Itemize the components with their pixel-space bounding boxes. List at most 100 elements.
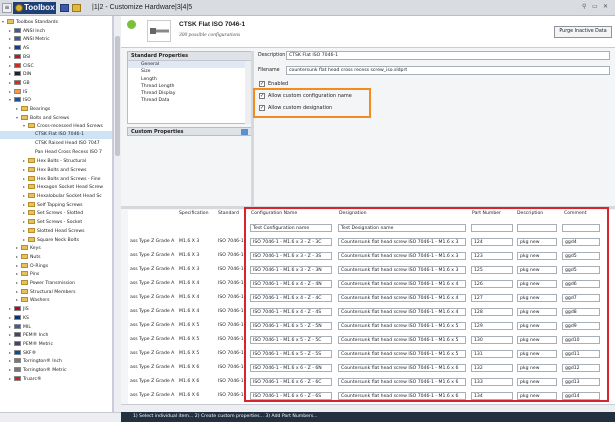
tree-item[interactable]: ▸ Torrington® Inch [0, 357, 112, 365]
tree-item[interactable]: ▸ SKF® [0, 349, 112, 357]
header-specification[interactable]: Specification [179, 210, 209, 218]
tree-item[interactable]: ▸ Bearings [0, 105, 112, 113]
tree-item-label: Square Neck Bolts [37, 237, 79, 243]
status-bar: 1) Select individual item... 2) Create c… [121, 412, 615, 422]
prop-item-size[interactable]: Size [128, 68, 251, 75]
cell-lead: ass Type Z Grade A [130, 281, 175, 286]
tree-item-label: Truarc® [23, 376, 42, 382]
tree-item[interactable]: ▾ ISO [0, 96, 112, 104]
tree-item[interactable]: ▸ Hex Bolts - Structural [0, 157, 112, 165]
custom-properties-heading[interactable]: Custom Properties [127, 127, 252, 136]
tree-item[interactable]: ▸ Set Screws - Socket [0, 218, 112, 226]
tree-item-label: Power Transmission [30, 281, 76, 286]
menu-icon[interactable]: ≡ [2, 3, 12, 13]
header-standard[interactable]: Standard [218, 210, 239, 218]
custom-properties-label: Custom Properties [131, 129, 184, 135]
tree-item[interactable]: ▸ Hexagon Socket Head Screw [0, 183, 112, 191]
flag-icon [14, 306, 21, 312]
standards-tree[interactable]: ▾ Toolbox Standards ▸ ANSI Inch ▸ ANSI Metric… [0, 16, 113, 412]
gear-icon [15, 4, 23, 12]
tree-item[interactable]: ▸ O-Rings [0, 262, 112, 270]
tree-item[interactable]: ▸ KS [0, 314, 112, 322]
tree-item[interactable]: ▸ Truarc® [0, 375, 112, 383]
cell-spec: M1.6 X 3 [179, 253, 200, 258]
tree-item[interactable]: ▸ DIN [0, 70, 112, 78]
tree-item[interactable]: ▸ Torrington® Metric [0, 366, 112, 374]
tree-item[interactable]: ▸ MIL [0, 323, 112, 331]
cell-lead: ass Type Z Grade A [130, 323, 175, 328]
folder-icon [28, 123, 35, 129]
maximize-icon[interactable]: ▭ [592, 3, 598, 10]
tree-item[interactable]: CTSK Raised Head ISO 7047 [0, 140, 112, 148]
cell-spec: M1.6 X 6 [179, 365, 200, 370]
tree-item-label: Toolbox Standards [16, 20, 58, 25]
description-field[interactable]: CTSK Flat ISO 7046-1 [286, 51, 610, 60]
tree-item-label: Pins [30, 272, 40, 278]
tree-item[interactable]: ▸ Power Transmission [0, 279, 112, 287]
standard-properties-panel: Standard Properties General Size Length … [127, 51, 252, 124]
tree-item[interactable]: ▸ PEM® Inch [0, 331, 112, 339]
tree-item[interactable]: ▸ Square Neck Bolts [0, 236, 112, 244]
flag-icon [14, 62, 21, 68]
cell-spec: M1.6 X 4 [179, 309, 200, 314]
tree-item[interactable]: ▸ PEM® Metric [0, 340, 112, 348]
prop-item-thread-length[interactable]: Thread Length [128, 83, 251, 90]
tree-item[interactable]: ▸ Hex Bolts and Screws [0, 166, 112, 174]
tree-item[interactable]: ▸ Pins [0, 270, 112, 278]
tree-scroll-thumb[interactable] [115, 36, 120, 156]
tree-item[interactable]: ▸ JIS [0, 305, 112, 313]
tree-item[interactable]: ▸ Washers [0, 296, 112, 304]
tree-item[interactable]: ▸ BSI [0, 53, 112, 61]
flag-icon [14, 340, 21, 346]
prop-item-thread-data[interactable]: Thread Data [128, 97, 251, 104]
tree-item[interactable]: ▸ Nuts [0, 253, 112, 261]
tree-item[interactable]: ▸ Structural Members [0, 288, 112, 296]
tree-item[interactable]: ▸ ANSI Inch [0, 27, 112, 35]
tree-item-label: Nuts [30, 254, 41, 260]
tree-horizontal-scrollbar[interactable] [0, 412, 121, 422]
tree-vertical-scrollbar[interactable] [113, 16, 121, 412]
close-icon[interactable]: ✕ [603, 3, 608, 10]
tree-item[interactable]: ▸ Keys [0, 244, 112, 252]
cell-lead: ass Type Z Grade A [130, 267, 175, 272]
add-property-icon[interactable] [241, 129, 248, 135]
cell-spec: M1.6 X 5 [179, 351, 200, 356]
tree-item[interactable]: ▾ Cross-recessed Head Screws [0, 122, 112, 130]
prop-item-general[interactable]: General [128, 61, 251, 69]
tree-item-label: Washers [30, 298, 50, 304]
tree-item[interactable]: ▸ Hexalobular Socket Head Sc [0, 192, 112, 200]
home-icon[interactable] [72, 4, 81, 12]
tree-item[interactable]: ▸ Slotted Head Screws [0, 227, 112, 235]
cell-lead: ass Type Z Grade A [130, 365, 175, 370]
folder-icon [28, 227, 35, 233]
tree-item[interactable]: ▸ AS [0, 44, 112, 52]
folder-icon [21, 280, 28, 285]
folder-icon [21, 114, 28, 120]
flag-icon [14, 53, 21, 59]
tree-item[interactable]: ▸ Hex Bolts and Screws - Fine [0, 175, 112, 183]
folder-icon [21, 297, 28, 303]
tree-item[interactable]: ▸ IS [0, 88, 112, 96]
tree-item[interactable]: ▸ ANSI Metric [0, 35, 112, 43]
filename-field[interactable]: countersunk flat head cross recess screw… [286, 66, 610, 75]
tree-item[interactable]: ▾ Toolbox Standards [0, 18, 112, 26]
purge-inactive-data-button[interactable]: Purge Inactive Data [554, 26, 612, 38]
back-icon[interactable] [127, 20, 136, 29]
tree-item[interactable]: ▾ Bolts and Screws [0, 114, 112, 122]
enabled-checkbox[interactable]: ✓ [259, 81, 265, 87]
tree-item[interactable]: ▸ GB [0, 79, 112, 87]
panel-splitter[interactable] [251, 51, 254, 206]
screw-thumbnail [147, 20, 171, 42]
prop-item-thread-display[interactable]: Thread Display [128, 90, 251, 97]
tree-item[interactable]: ▸ CISC [0, 62, 112, 70]
folder-icon [28, 175, 35, 181]
tree-item[interactable]: ▸ Self Tapping Screws [0, 201, 112, 209]
tree-item[interactable]: CTSK Flat ISO 7046-1 [0, 131, 112, 140]
search-icon[interactable]: ⚲ [582, 3, 586, 10]
tree-item[interactable]: ▸ Set Screws - Slotted [0, 209, 112, 217]
prop-item-length[interactable]: Length [128, 76, 251, 83]
tree-item-label: KS [23, 315, 29, 321]
grid-horizontal-scrollbar[interactable] [121, 404, 615, 412]
tree-item[interactable]: Pan Head Cross Recess ISO 7 [0, 149, 112, 157]
save-icon[interactable] [60, 4, 69, 12]
